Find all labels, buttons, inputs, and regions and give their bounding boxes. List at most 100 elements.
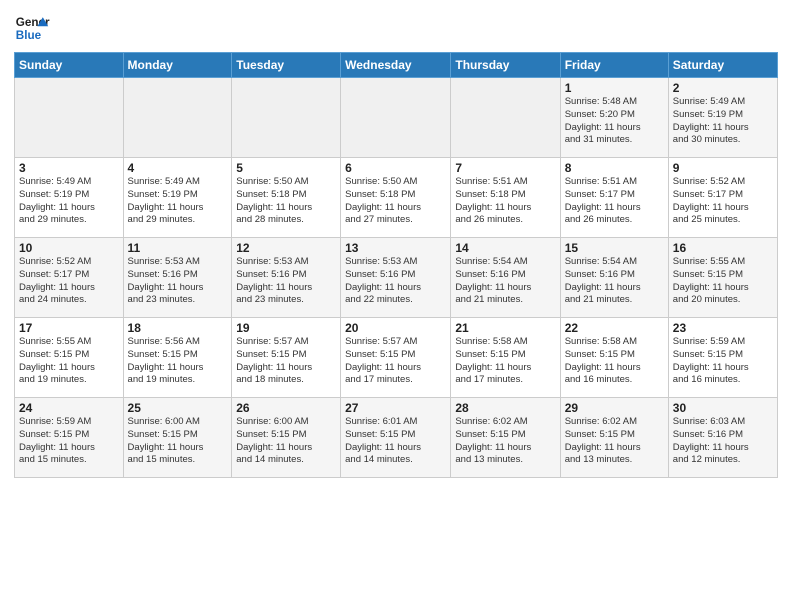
day-info: Sunrise: 5:59 AM Sunset: 5:15 PM Dayligh… bbox=[673, 336, 773, 387]
day-info: Sunrise: 5:50 AM Sunset: 5:18 PM Dayligh… bbox=[236, 176, 336, 227]
day-cell: 1Sunrise: 5:48 AM Sunset: 5:20 PM Daylig… bbox=[560, 78, 668, 158]
day-info: Sunrise: 6:00 AM Sunset: 5:15 PM Dayligh… bbox=[128, 416, 228, 467]
day-info: Sunrise: 5:57 AM Sunset: 5:15 PM Dayligh… bbox=[345, 336, 446, 387]
day-number: 9 bbox=[673, 161, 773, 175]
day-info: Sunrise: 6:01 AM Sunset: 5:15 PM Dayligh… bbox=[345, 416, 446, 467]
day-info: Sunrise: 5:52 AM Sunset: 5:17 PM Dayligh… bbox=[673, 176, 773, 227]
day-cell: 2Sunrise: 5:49 AM Sunset: 5:19 PM Daylig… bbox=[668, 78, 777, 158]
day-info: Sunrise: 5:55 AM Sunset: 5:15 PM Dayligh… bbox=[673, 256, 773, 307]
day-number: 2 bbox=[673, 81, 773, 95]
day-info: Sunrise: 5:57 AM Sunset: 5:15 PM Dayligh… bbox=[236, 336, 336, 387]
day-number: 16 bbox=[673, 241, 773, 255]
day-info: Sunrise: 5:48 AM Sunset: 5:20 PM Dayligh… bbox=[565, 96, 664, 147]
day-number: 19 bbox=[236, 321, 336, 335]
weekday-wednesday: Wednesday bbox=[341, 53, 451, 78]
day-info: Sunrise: 5:53 AM Sunset: 5:16 PM Dayligh… bbox=[345, 256, 446, 307]
week-row-1: 3Sunrise: 5:49 AM Sunset: 5:19 PM Daylig… bbox=[15, 158, 778, 238]
day-cell: 9Sunrise: 5:52 AM Sunset: 5:17 PM Daylig… bbox=[668, 158, 777, 238]
day-info: Sunrise: 5:51 AM Sunset: 5:17 PM Dayligh… bbox=[565, 176, 664, 227]
day-number: 29 bbox=[565, 401, 664, 415]
day-cell: 19Sunrise: 5:57 AM Sunset: 5:15 PM Dayli… bbox=[232, 318, 341, 398]
week-row-2: 10Sunrise: 5:52 AM Sunset: 5:17 PM Dayli… bbox=[15, 238, 778, 318]
day-cell: 18Sunrise: 5:56 AM Sunset: 5:15 PM Dayli… bbox=[123, 318, 232, 398]
day-info: Sunrise: 5:58 AM Sunset: 5:15 PM Dayligh… bbox=[455, 336, 555, 387]
weekday-saturday: Saturday bbox=[668, 53, 777, 78]
day-cell: 10Sunrise: 5:52 AM Sunset: 5:17 PM Dayli… bbox=[15, 238, 124, 318]
day-info: Sunrise: 6:00 AM Sunset: 5:15 PM Dayligh… bbox=[236, 416, 336, 467]
day-number: 8 bbox=[565, 161, 664, 175]
weekday-header-row: SundayMondayTuesdayWednesdayThursdayFrid… bbox=[15, 53, 778, 78]
day-cell bbox=[15, 78, 124, 158]
day-info: Sunrise: 5:54 AM Sunset: 5:16 PM Dayligh… bbox=[565, 256, 664, 307]
day-cell: 11Sunrise: 5:53 AM Sunset: 5:16 PM Dayli… bbox=[123, 238, 232, 318]
weekday-tuesday: Tuesday bbox=[232, 53, 341, 78]
week-row-0: 1Sunrise: 5:48 AM Sunset: 5:20 PM Daylig… bbox=[15, 78, 778, 158]
day-info: Sunrise: 6:02 AM Sunset: 5:15 PM Dayligh… bbox=[565, 416, 664, 467]
day-info: Sunrise: 5:59 AM Sunset: 5:15 PM Dayligh… bbox=[19, 416, 119, 467]
day-number: 28 bbox=[455, 401, 555, 415]
day-info: Sunrise: 5:55 AM Sunset: 5:15 PM Dayligh… bbox=[19, 336, 119, 387]
weekday-friday: Friday bbox=[560, 53, 668, 78]
day-info: Sunrise: 5:53 AM Sunset: 5:16 PM Dayligh… bbox=[128, 256, 228, 307]
day-info: Sunrise: 5:54 AM Sunset: 5:16 PM Dayligh… bbox=[455, 256, 555, 307]
day-cell: 30Sunrise: 6:03 AM Sunset: 5:16 PM Dayli… bbox=[668, 398, 777, 478]
day-cell: 16Sunrise: 5:55 AM Sunset: 5:15 PM Dayli… bbox=[668, 238, 777, 318]
day-cell: 5Sunrise: 5:50 AM Sunset: 5:18 PM Daylig… bbox=[232, 158, 341, 238]
day-info: Sunrise: 5:53 AM Sunset: 5:16 PM Dayligh… bbox=[236, 256, 336, 307]
day-number: 20 bbox=[345, 321, 446, 335]
day-cell: 4Sunrise: 5:49 AM Sunset: 5:19 PM Daylig… bbox=[123, 158, 232, 238]
week-row-4: 24Sunrise: 5:59 AM Sunset: 5:15 PM Dayli… bbox=[15, 398, 778, 478]
day-number: 25 bbox=[128, 401, 228, 415]
day-cell: 3Sunrise: 5:49 AM Sunset: 5:19 PM Daylig… bbox=[15, 158, 124, 238]
day-number: 14 bbox=[455, 241, 555, 255]
day-cell: 7Sunrise: 5:51 AM Sunset: 5:18 PM Daylig… bbox=[451, 158, 560, 238]
day-number: 18 bbox=[128, 321, 228, 335]
day-cell bbox=[341, 78, 451, 158]
page: General Blue SundayMondayTuesdayWednesda… bbox=[0, 0, 792, 488]
day-number: 17 bbox=[19, 321, 119, 335]
day-number: 12 bbox=[236, 241, 336, 255]
day-number: 4 bbox=[128, 161, 228, 175]
day-number: 22 bbox=[565, 321, 664, 335]
day-cell: 13Sunrise: 5:53 AM Sunset: 5:16 PM Dayli… bbox=[341, 238, 451, 318]
day-info: Sunrise: 6:02 AM Sunset: 5:15 PM Dayligh… bbox=[455, 416, 555, 467]
day-cell: 24Sunrise: 5:59 AM Sunset: 5:15 PM Dayli… bbox=[15, 398, 124, 478]
day-number: 7 bbox=[455, 161, 555, 175]
day-number: 10 bbox=[19, 241, 119, 255]
day-cell bbox=[451, 78, 560, 158]
day-number: 6 bbox=[345, 161, 446, 175]
day-cell: 25Sunrise: 6:00 AM Sunset: 5:15 PM Dayli… bbox=[123, 398, 232, 478]
day-info: Sunrise: 5:49 AM Sunset: 5:19 PM Dayligh… bbox=[19, 176, 119, 227]
day-number: 27 bbox=[345, 401, 446, 415]
day-cell: 14Sunrise: 5:54 AM Sunset: 5:16 PM Dayli… bbox=[451, 238, 560, 318]
weekday-sunday: Sunday bbox=[15, 53, 124, 78]
day-number: 26 bbox=[236, 401, 336, 415]
day-cell: 12Sunrise: 5:53 AM Sunset: 5:16 PM Dayli… bbox=[232, 238, 341, 318]
day-cell: 26Sunrise: 6:00 AM Sunset: 5:15 PM Dayli… bbox=[232, 398, 341, 478]
day-number: 13 bbox=[345, 241, 446, 255]
day-info: Sunrise: 5:58 AM Sunset: 5:15 PM Dayligh… bbox=[565, 336, 664, 387]
day-cell bbox=[123, 78, 232, 158]
day-cell: 29Sunrise: 6:02 AM Sunset: 5:15 PM Dayli… bbox=[560, 398, 668, 478]
day-info: Sunrise: 5:49 AM Sunset: 5:19 PM Dayligh… bbox=[128, 176, 228, 227]
calendar: SundayMondayTuesdayWednesdayThursdayFrid… bbox=[14, 52, 778, 478]
day-number: 1 bbox=[565, 81, 664, 95]
day-number: 24 bbox=[19, 401, 119, 415]
logo-icon: General Blue bbox=[14, 10, 50, 46]
day-cell: 23Sunrise: 5:59 AM Sunset: 5:15 PM Dayli… bbox=[668, 318, 777, 398]
day-cell: 22Sunrise: 5:58 AM Sunset: 5:15 PM Dayli… bbox=[560, 318, 668, 398]
day-info: Sunrise: 5:50 AM Sunset: 5:18 PM Dayligh… bbox=[345, 176, 446, 227]
day-info: Sunrise: 5:56 AM Sunset: 5:15 PM Dayligh… bbox=[128, 336, 228, 387]
day-cell: 6Sunrise: 5:50 AM Sunset: 5:18 PM Daylig… bbox=[341, 158, 451, 238]
day-number: 11 bbox=[128, 241, 228, 255]
day-cell: 28Sunrise: 6:02 AM Sunset: 5:15 PM Dayli… bbox=[451, 398, 560, 478]
svg-text:Blue: Blue bbox=[16, 29, 42, 42]
day-cell bbox=[232, 78, 341, 158]
day-cell: 17Sunrise: 5:55 AM Sunset: 5:15 PM Dayli… bbox=[15, 318, 124, 398]
logo: General Blue bbox=[14, 10, 50, 46]
day-number: 23 bbox=[673, 321, 773, 335]
weekday-thursday: Thursday bbox=[451, 53, 560, 78]
day-info: Sunrise: 5:51 AM Sunset: 5:18 PM Dayligh… bbox=[455, 176, 555, 227]
day-info: Sunrise: 6:03 AM Sunset: 5:16 PM Dayligh… bbox=[673, 416, 773, 467]
weekday-monday: Monday bbox=[123, 53, 232, 78]
